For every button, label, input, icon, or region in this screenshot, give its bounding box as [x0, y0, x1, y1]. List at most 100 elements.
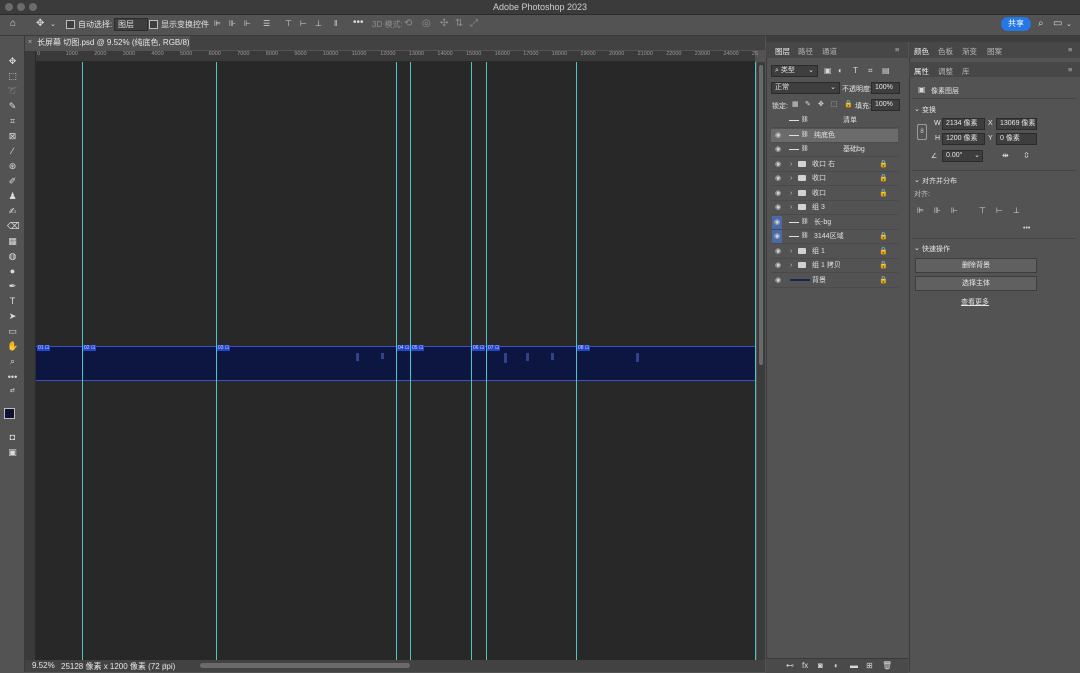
- tab-gradients[interactable]: 渐变: [962, 46, 977, 57]
- slice-label[interactable]: 02 ⊡: [83, 345, 97, 351]
- flip-vertical-icon[interactable]: ⇳: [1023, 151, 1030, 160]
- zoom-level[interactable]: 9.52%: [32, 661, 55, 670]
- more-align-options-icon[interactable]: •••: [1023, 224, 1030, 234]
- expand-chevron-icon[interactable]: ›: [790, 172, 792, 185]
- visibility-eye-icon[interactable]: ◉: [772, 230, 783, 243]
- history-brush-tool-icon[interactable]: ✍: [7, 206, 18, 217]
- slice-label[interactable]: 01 ⊡: [37, 345, 51, 351]
- zoom-tool-icon[interactable]: ⌕: [7, 356, 18, 367]
- panel-menu-icon[interactable]: ≡: [895, 45, 899, 54]
- select-subject-button[interactable]: 选择主体: [915, 276, 1037, 291]
- status-chevron-icon[interactable]: ›: [164, 660, 167, 669]
- filter-shape-icon[interactable]: ⌗: [868, 66, 873, 76]
- tab-layers[interactable]: 图层: [775, 46, 790, 57]
- panel-menu-icon[interactable]: ≡: [1068, 45, 1072, 54]
- screen-mode-icon[interactable]: ▣: [7, 447, 18, 458]
- align-horizontal-centers-icon[interactable]: ⊪: [934, 206, 941, 216]
- chevron-down-icon[interactable]: ⌄: [914, 244, 920, 252]
- align-center-icon[interactable]: ⊪: [229, 19, 236, 29]
- expand-chevron-icon[interactable]: ›: [790, 245, 792, 258]
- chevron-down-icon[interactable]: ⌄: [50, 20, 56, 30]
- new-group-icon[interactable]: ▬: [850, 661, 858, 671]
- slice-label[interactable]: 05 ⊡: [411, 345, 425, 351]
- layer-row[interactable]: ◉ › 组 1 🔒: [771, 245, 898, 259]
- dodge-tool-icon[interactable]: ●: [7, 266, 18, 277]
- height-field[interactable]: 1200 像素: [942, 133, 985, 145]
- lock-all-icon[interactable]: 🔒: [844, 100, 853, 110]
- align-bottom-icon[interactable]: ⊥: [315, 19, 322, 29]
- y-field[interactable]: 0 像素: [996, 133, 1037, 145]
- auto-select-checkbox[interactable]: [66, 20, 75, 29]
- close-tab-icon[interactable]: ×: [28, 36, 32, 50]
- canvas[interactable]: 01 ⊡ 02 ⊡ 03 ⊡ 04 ⊡ 05 ⊡ 06 ⊡ 07 ⊡ 08 ⊡: [36, 62, 756, 660]
- blend-mode-select[interactable]: 正常 ⌄: [771, 82, 840, 94]
- lock-image-icon[interactable]: ✎: [805, 100, 811, 110]
- auto-select-dropdown[interactable]: 图层: [114, 18, 148, 31]
- slice-label[interactable]: 06 ⊡: [472, 345, 486, 351]
- angle-field[interactable]: 0.00° ⌄: [942, 150, 983, 162]
- filter-pixel-icon[interactable]: ▣: [824, 66, 832, 76]
- filter-smart-object-icon[interactable]: ▤: [882, 66, 890, 76]
- add-mask-icon[interactable]: ◙: [818, 661, 823, 671]
- fill-field[interactable]: 100%: [871, 99, 900, 111]
- layer-filter-select[interactable]: ⌕ 类型 ⌄: [771, 65, 818, 77]
- guide-line[interactable]: [82, 62, 83, 660]
- slice-label[interactable]: 03 ⊡: [217, 345, 231, 351]
- expand-chevron-icon[interactable]: ›: [790, 187, 792, 200]
- lock-transparent-icon[interactable]: ▦: [792, 100, 799, 110]
- distribute-icon[interactable]: ☰: [263, 19, 270, 29]
- horizontal-scroll-thumb[interactable]: [200, 663, 410, 668]
- x-field[interactable]: 13069 像素: [996, 118, 1037, 130]
- eraser-tool-icon[interactable]: ⌫: [7, 221, 20, 232]
- layer-row[interactable]: ◉ ⛓ 纯底色: [771, 128, 898, 143]
- align-bottom-edges-icon[interactable]: ⊥: [1013, 206, 1020, 216]
- slice-label[interactable]: 04 ⊡: [397, 345, 411, 351]
- layer-row[interactable]: ⛓ 清单: [771, 114, 898, 128]
- link-dimensions-icon[interactable]: 8: [917, 124, 927, 140]
- move-tool-icon[interactable]: ✥: [36, 19, 44, 29]
- align-right-edges-icon[interactable]: ⊩: [951, 206, 958, 216]
- document-tab[interactable]: × 长屏幕 切图.psd @ 9.52% (纯底色, RGB/8) *: [25, 36, 190, 61]
- blur-tool-icon[interactable]: ◍: [7, 251, 18, 262]
- clone-stamp-tool-icon[interactable]: ♟: [7, 191, 18, 202]
- layer-row[interactable]: ◉ › 收口 🔒: [771, 172, 898, 186]
- visibility-eye-icon[interactable]: ◉: [775, 245, 781, 258]
- guide-line[interactable]: [471, 62, 472, 660]
- layer-row[interactable]: ◉ ⛓ 基础bg: [771, 143, 898, 157]
- expand-chevron-icon[interactable]: ›: [790, 158, 792, 171]
- share-button[interactable]: 共享: [1001, 17, 1031, 31]
- shape-tool-icon[interactable]: ▭: [7, 326, 18, 337]
- expand-chevron-icon[interactable]: ›: [790, 201, 792, 214]
- layer-row[interactable]: ◉ ⛓ 长-bg: [771, 215, 898, 230]
- panel-menu-icon[interactable]: ≡: [1068, 65, 1072, 74]
- tab-properties[interactable]: 属性: [914, 66, 929, 77]
- filter-adjustment-icon[interactable]: ◐: [838, 66, 843, 76]
- layer-row[interactable]: ◉ ⛓ 3144区域 🔒: [771, 230, 898, 244]
- visibility-eye-icon[interactable]: ◉: [772, 215, 783, 229]
- guide-line[interactable]: [396, 62, 397, 660]
- brush-tool-icon[interactable]: ✐: [7, 176, 18, 187]
- tab-patterns[interactable]: 图案: [987, 46, 1002, 57]
- frame-tool-icon[interactable]: ⊠: [7, 131, 18, 142]
- new-adjustment-icon[interactable]: ◐: [834, 661, 839, 671]
- view-more-link[interactable]: 查看更多: [961, 297, 989, 307]
- slice-label[interactable]: 08 ⊡: [577, 345, 591, 351]
- guide-line[interactable]: [755, 62, 756, 660]
- pen-tool-icon[interactable]: ✒: [7, 281, 18, 292]
- lasso-tool-icon[interactable]: ➰: [7, 86, 18, 97]
- quick-mask-icon[interactable]: ◘: [7, 432, 18, 443]
- chevron-down-icon[interactable]: ⌄: [914, 105, 920, 113]
- link-layers-icon[interactable]: ⊷: [786, 661, 794, 671]
- align-top-icon[interactable]: ⊤: [285, 19, 292, 29]
- visibility-eye-icon[interactable]: ◉: [775, 172, 781, 185]
- flip-horizontal-icon[interactable]: ⇹: [1002, 151, 1009, 160]
- tab-paths[interactable]: 路径: [798, 46, 813, 57]
- crop-tool-icon[interactable]: ⌗: [7, 116, 18, 127]
- gradient-tool-icon[interactable]: ▦: [7, 236, 18, 247]
- visibility-eye-icon[interactable]: ◉: [775, 259, 781, 272]
- tab-adjustments[interactable]: 调整: [938, 66, 953, 77]
- home-icon[interactable]: ⌂: [10, 19, 16, 29]
- tab-libraries[interactable]: 库: [962, 66, 970, 77]
- layer-style-icon[interactable]: fx: [802, 661, 808, 671]
- visibility-eye-icon[interactable]: ◉: [775, 143, 781, 156]
